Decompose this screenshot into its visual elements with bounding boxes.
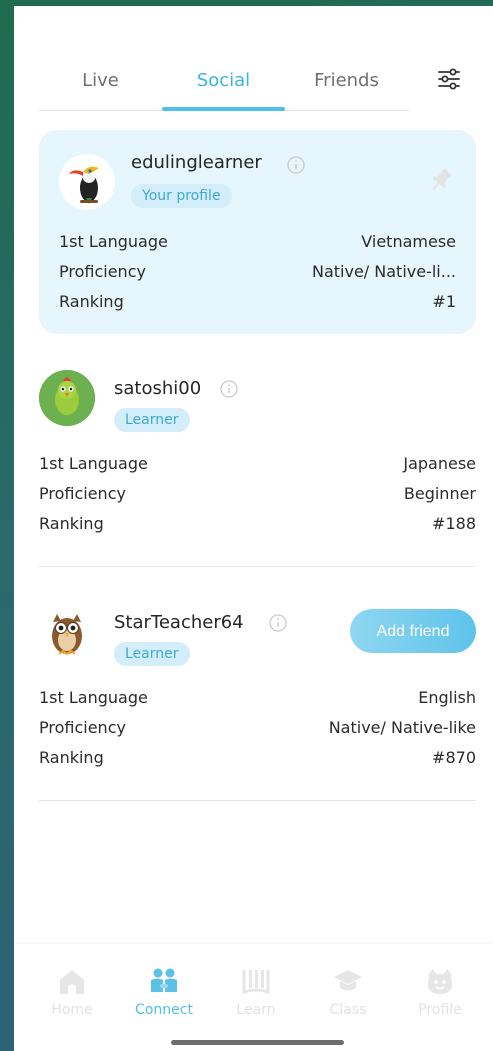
tab-bar: Live Social Friends <box>39 64 409 116</box>
row-value: Beginner <box>403 484 476 503</box>
language-row: 1st Language Vietnamese <box>59 232 456 256</box>
info-icon[interactable] <box>269 614 287 632</box>
ranking-row: Ranking #1 <box>59 292 456 316</box>
username[interactable]: satoshi00 <box>114 378 201 399</box>
row-label: 1st Language <box>59 232 168 251</box>
row-label: Proficiency <box>59 262 146 281</box>
pin-icon[interactable] <box>427 166 455 194</box>
row-label: Proficiency <box>39 484 126 503</box>
row-value: Native/ Native-li... <box>311 262 456 281</box>
book-icon <box>242 970 270 995</box>
tab-social[interactable]: Social <box>162 64 285 108</box>
row-value: #188 <box>432 514 476 533</box>
language-row: 1st Language English <box>39 688 476 712</box>
ranking-row: Ranking #188 <box>39 514 476 538</box>
nav-label: Class <box>329 1002 367 1018</box>
avatar[interactable] <box>39 604 95 660</box>
username[interactable]: edulinglearner <box>131 152 262 173</box>
role-badge: Learner <box>114 408 190 432</box>
profile-card[interactable]: satoshi00 Learner 1st Language Japanese … <box>39 368 476 536</box>
proficiency-row: Proficiency Native/ Native-li... <box>59 262 456 286</box>
nav-class[interactable]: Class <box>302 966 394 1018</box>
graduation-cap-icon <box>334 970 362 991</box>
face-icon <box>428 969 452 994</box>
proficiency-row: Proficiency Beginner <box>39 484 476 508</box>
tab-live[interactable]: Live <box>39 64 162 108</box>
nav-label: Profile <box>418 1002 462 1018</box>
profile-badge: Your profile <box>131 184 232 208</box>
card-divider <box>39 800 476 801</box>
row-label: Ranking <box>39 748 104 767</box>
row-value: English <box>418 688 476 707</box>
sliders-icon[interactable] <box>434 64 464 94</box>
nav-label: Home <box>51 1002 93 1018</box>
parrot-avatar-icon <box>39 370 95 426</box>
language-row: 1st Language Japanese <box>39 454 476 478</box>
own-profile-card[interactable]: edulinglearner Your profile 1st Language… <box>39 130 476 334</box>
bottom-nav: Home Connect Learn Class Profile <box>14 944 493 1051</box>
home-icon <box>60 970 84 994</box>
row-value: Japanese <box>403 454 476 473</box>
proficiency-row: Proficiency Native/ Native-like <box>39 718 476 742</box>
nav-learn[interactable]: Learn <box>210 966 302 1018</box>
card-divider <box>39 566 476 567</box>
row-label: Ranking <box>59 292 124 311</box>
app-screen: Live Social Friends edulinglearner Your … <box>14 6 493 1051</box>
row-label: 1st Language <box>39 454 148 473</box>
row-value: #1 <box>432 292 456 311</box>
toucan-avatar-icon <box>69 166 99 204</box>
tab-friends[interactable]: Friends <box>285 64 408 108</box>
owl-avatar-icon <box>52 614 82 656</box>
avatar[interactable] <box>59 154 115 210</box>
people-icon <box>151 968 177 992</box>
ranking-row: Ranking #870 <box>39 748 476 772</box>
row-value: #870 <box>432 748 476 767</box>
info-icon[interactable] <box>220 380 238 398</box>
nav-profile[interactable]: Profile <box>394 966 486 1018</box>
avatar[interactable] <box>39 370 95 426</box>
info-icon[interactable] <box>287 156 305 174</box>
home-indicator <box>171 1040 344 1045</box>
username[interactable]: StarTeacher64 <box>114 612 244 633</box>
active-tab-indicator <box>162 107 285 111</box>
row-label: Ranking <box>39 514 104 533</box>
add-friend-button[interactable]: Add friend <box>350 609 476 653</box>
profile-card[interactable]: StarTeacher64 Learner Add friend 1st Lan… <box>39 602 476 770</box>
row-label: 1st Language <box>39 688 148 707</box>
nav-label: Connect <box>135 1002 193 1018</box>
row-value: Native/ Native-like <box>328 718 476 737</box>
nav-home[interactable]: Home <box>26 966 118 1018</box>
nav-label: Learn <box>236 1002 276 1018</box>
nav-connect[interactable]: Connect <box>118 966 210 1018</box>
row-value: Vietnamese <box>361 232 456 251</box>
row-label: Proficiency <box>39 718 126 737</box>
role-badge: Learner <box>114 642 190 666</box>
